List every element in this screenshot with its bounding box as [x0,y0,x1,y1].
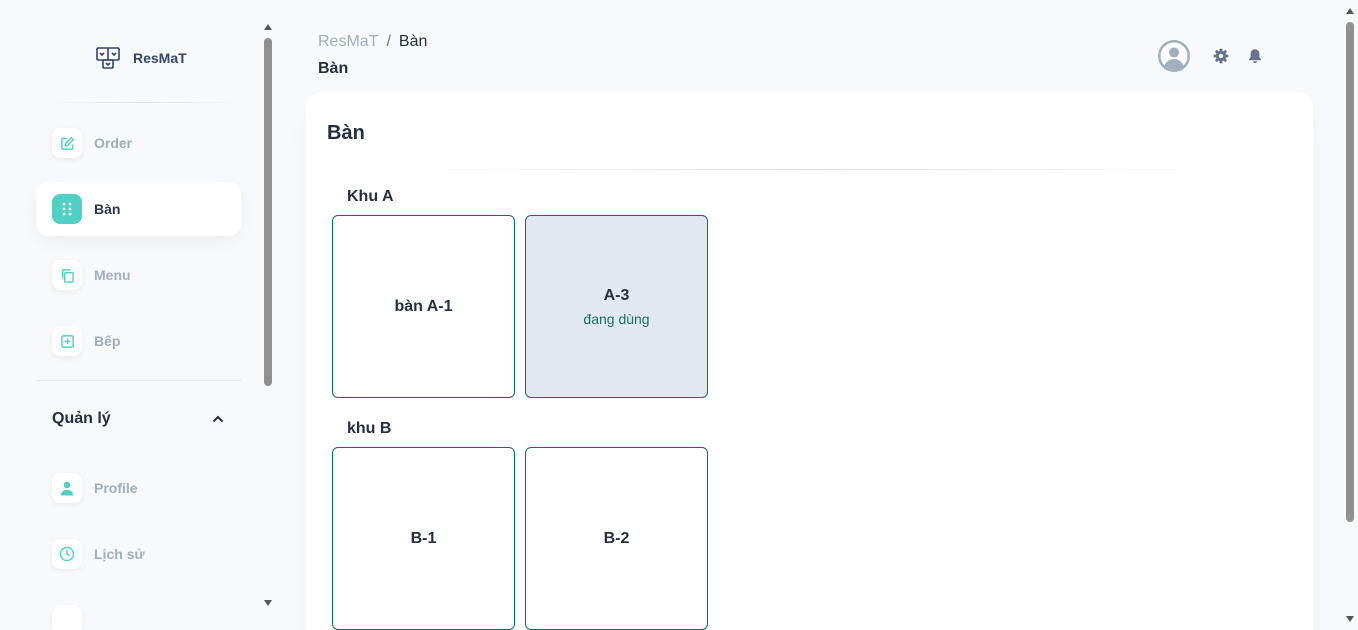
brand-name: ResMaT [133,50,187,66]
section-title: Quản lý [52,410,111,427]
section-quan-ly-toggle[interactable]: Quản lý [52,410,224,428]
scrollbar-thumb[interactable] [1346,22,1354,522]
sidebar-item-order[interactable]: Order [36,116,241,170]
sidebar-item-profile[interactable]: Profile [36,461,241,515]
table-name: B-1 [410,529,437,547]
table-status: đang dùng [583,310,650,327]
sidebar-item-ban[interactable]: Bàn [36,182,241,236]
gear-icon [1213,48,1229,64]
bell-icon [1249,49,1261,63]
card-divider [386,169,1236,170]
breadcrumb: ResMaT / Bàn [318,33,427,51]
table-name: bàn A-1 [394,297,453,315]
avatar-icon[interactable] [1157,39,1191,73]
area-title: khu B [347,420,392,437]
user-icon [52,473,82,503]
card-title: Bàn [327,122,365,144]
table-card[interactable]: B-1 [332,447,515,630]
logo-icon [96,47,120,69]
breadcrumb-separator: / [386,33,391,50]
sidebar-item-partial[interactable] [36,593,241,630]
settings-button[interactable] [1213,48,1229,64]
scrollbar-thumb[interactable] [264,38,272,386]
scroll-up-arrow-icon[interactable] [264,24,272,30]
scroll-down-arrow-icon[interactable] [1346,616,1354,622]
scroll-down-arrow-icon[interactable] [264,600,272,606]
table-card[interactable]: bàn A-1 [332,215,515,398]
sidebar-item-label: Order [94,135,133,151]
sidebar-item-menu[interactable]: Menu [36,248,241,302]
sidebar-item-label: Lịch sử [94,546,145,562]
scroll-up-arrow-icon[interactable] [1346,8,1354,14]
table-card[interactable]: B-2 [525,447,708,630]
sidebar-item-label: Bàn [94,201,121,217]
table-card[interactable]: A-3 đang dùng [525,215,708,398]
sidebar-scrollbar[interactable] [262,18,274,610]
sidebar-item-bep[interactable]: Bếp [36,314,241,368]
sidebar: ResMaT Order Bàn Menu Bếp Quản lý Profil… [0,0,262,630]
page-title: Bàn [318,60,349,77]
sidebar-item-lich-su[interactable]: Lịch sử [36,527,241,581]
table-name: B-2 [603,529,630,547]
clock-icon [52,539,82,569]
plus-square-icon [52,326,82,356]
page-scrollbar[interactable] [1342,0,1358,630]
tables-card: Bàn Khu A bàn A-1 A-3 đang dùng khu B B-… [306,92,1313,630]
notifications-button[interactable] [1247,48,1263,64]
chevron-up-icon [212,415,224,423]
brand[interactable]: ResMaT [95,45,187,71]
table-name: A-3 [603,286,630,304]
partial-icon [52,605,82,630]
copy-icon [52,260,82,290]
area-title: Khu A [347,188,394,205]
breadcrumb-root[interactable]: ResMaT [318,33,378,51]
edit-icon [52,128,82,158]
breadcrumb-current: Bàn [398,33,428,50]
sidebar-item-label: Profile [94,480,138,496]
sidebar-item-label: Menu [94,267,131,283]
header-actions [1157,39,1263,73]
sidebar-divider [48,102,238,103]
sidebar-divider [36,380,241,381]
grid-dots-icon [52,194,82,224]
sidebar-item-label: Bếp [94,333,121,349]
